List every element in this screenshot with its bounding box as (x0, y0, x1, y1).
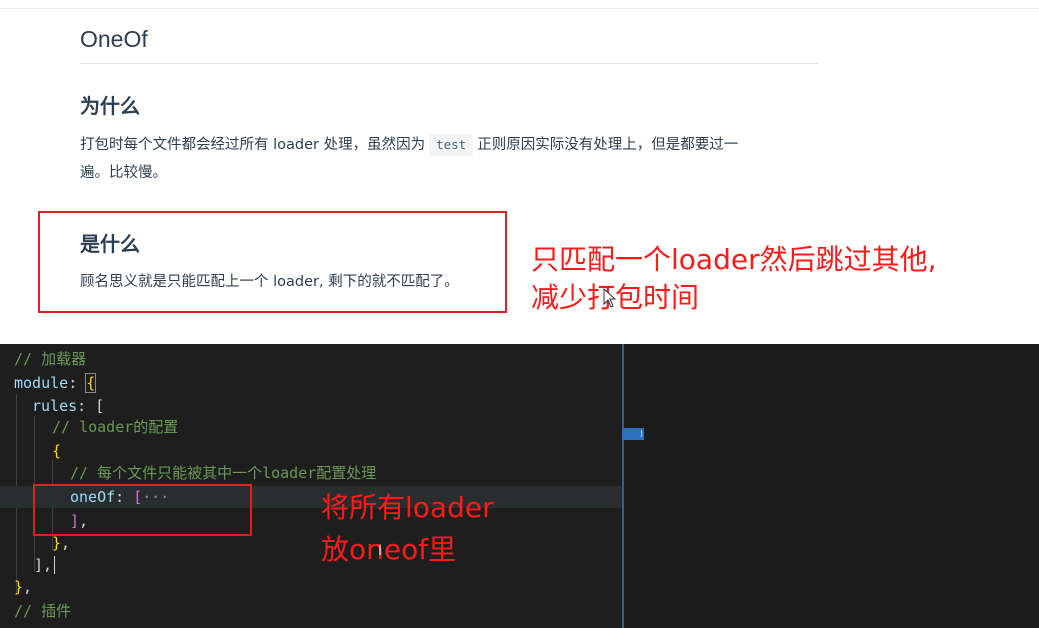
code-line-6[interactable]: // 每个文件只能被其中一个loader配置处理 (0, 462, 624, 484)
text-cursor (54, 556, 56, 574)
inline-code-test: test (429, 134, 474, 156)
code-comma: , (61, 534, 71, 552)
code-brace: { (52, 442, 62, 460)
code-line-5[interactable]: { (0, 440, 624, 462)
scroll-marker: ) (622, 428, 644, 440)
top-divider (0, 8, 1039, 9)
text-cursor-icon: I (378, 543, 383, 559)
code-comment: // 插件 (14, 602, 72, 620)
code-brace: } (52, 534, 62, 552)
documentation-page: OneOf 为什么 打包时每个文件都会经过所有 loader 处理，虽然因为 te… (0, 0, 1039, 344)
code-comment: // 每个文件只能被其中一个loader配置处理 (70, 464, 377, 482)
code-line-10[interactable]: ], (0, 554, 624, 576)
code-colon: : (77, 397, 96, 415)
code-line-1[interactable]: // 加载器 (0, 348, 624, 370)
pane-splitter[interactable] (622, 344, 624, 628)
code-line-4[interactable]: // loader的配置 (0, 416, 624, 438)
annotation-bottom-line2: 放oneof里 (321, 533, 457, 566)
title-divider (80, 63, 819, 64)
why-heading: 为什么 (80, 94, 140, 118)
annotation-bottom-line1: 将所有loader (321, 491, 494, 524)
code-key-module: module (14, 374, 69, 392)
code-comment: // 加载器 (14, 350, 87, 368)
code-line-2[interactable]: module: { (0, 372, 624, 394)
why-paragraph: 打包时每个文件都会经过所有 loader 处理，虽然因为 test 正则原因实际没有… (80, 131, 820, 187)
code-comment: // loader的配置 (52, 418, 179, 436)
code-line-12[interactable]: // 插件 (0, 600, 624, 622)
highlight-box-what (38, 211, 507, 313)
code-editor[interactable]: // 加载器 module: { rules: [ // loader的配置 {… (0, 344, 624, 628)
code-comma: , (23, 578, 33, 596)
code-line-3[interactable]: rules: [ (0, 395, 624, 417)
section-title: OneOf (80, 26, 148, 52)
code-bracket: [ (95, 397, 105, 415)
mouse-pointer-icon (603, 288, 617, 308)
code-brace: { (85, 373, 97, 393)
code-line-11[interactable]: }, (0, 576, 624, 598)
code-brace: } (14, 578, 24, 596)
secondary-editor-pane[interactable] (624, 344, 1039, 628)
why-text-before: 打包时每个文件都会经过所有 loader 处理，虽然因为 (80, 137, 426, 153)
code-bracket: ] (34, 556, 44, 574)
code-colon: : (68, 374, 87, 392)
why-text-line2: 遍。比较慢。 (80, 165, 167, 181)
annotation-top-line1: 只匹配一个loader然后跳过其他, (531, 243, 937, 276)
why-text-after: 正则原因实际没有处理上，但是都要过一 (477, 137, 739, 153)
highlight-box-oneof (33, 484, 252, 536)
code-key-rules: rules (32, 397, 78, 415)
code-comma: , (43, 556, 53, 574)
